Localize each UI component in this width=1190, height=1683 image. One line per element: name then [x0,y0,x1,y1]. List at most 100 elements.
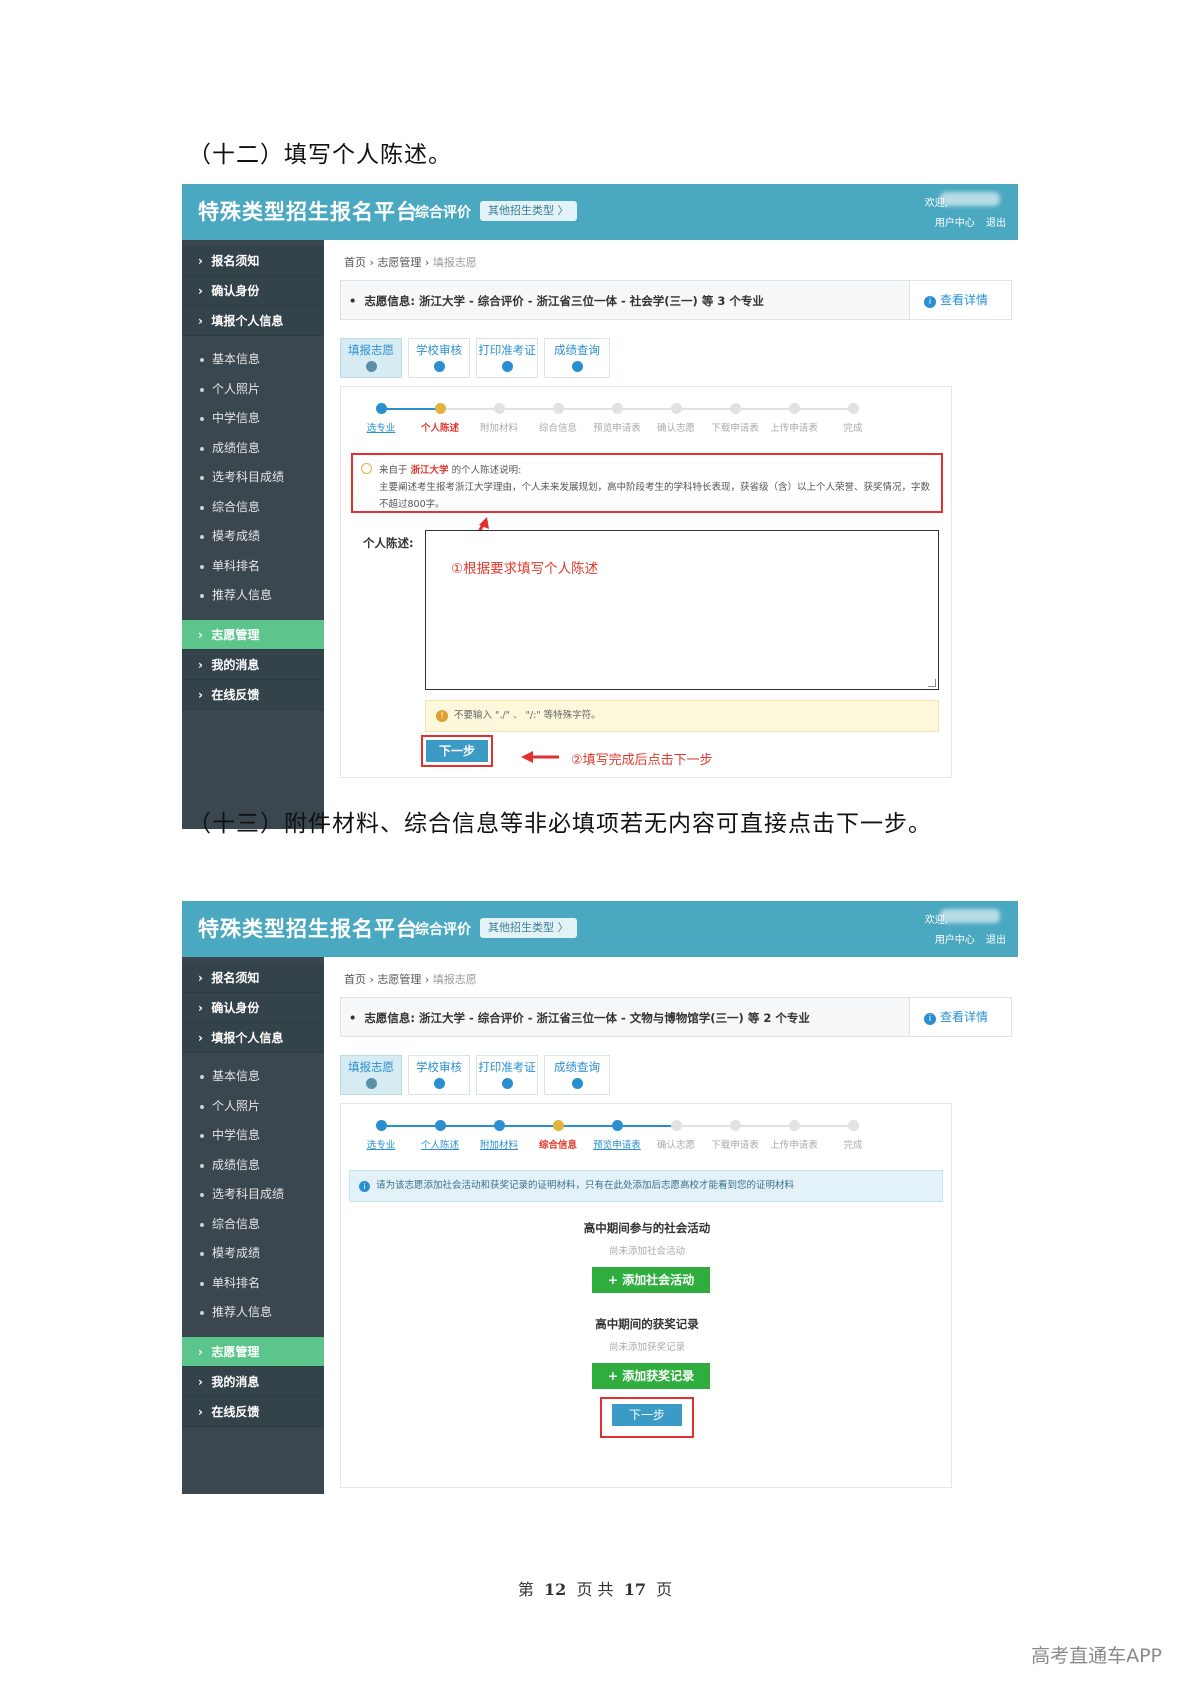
tab-score-query[interactable]: 成绩查询 [544,1055,610,1095]
top-links: 用户中心 退出 [927,214,1006,229]
next-button[interactable]: 下一步 [426,740,488,762]
annotation-fill-statement: ①根据要求填写个人陈述 [451,561,599,577]
add-award-button[interactable]: + 添加获奖记录 [592,1363,710,1389]
breadcrumb-level2[interactable]: 志愿管理 [377,256,421,269]
sidebar-sub-item[interactable]: 单科排名 [182,1269,324,1299]
progress-step[interactable]: 预览申请表 [587,1118,647,1151]
sidebar-item-notice[interactable]: › 报名须知 [182,246,324,276]
tab-print-admission[interactable]: 打印准考证 [476,338,538,378]
sidebar-sub-item[interactable]: 选考科目成绩 [182,1180,324,1210]
lightbulb-icon [361,463,372,474]
sidebar-item-messages[interactable]: › 我的消息 [182,1366,324,1397]
sidebar-sub-item[interactable]: 基本信息 [182,1062,324,1092]
total-pages: 17 [623,1580,646,1599]
breadcrumb-home[interactable]: 首页 [344,256,366,269]
screenshot-optional-materials: 特殊类型招生报名平台 综合评价 其他招生类型 〉 欢迎, 用户中心 退出 › 报… [182,901,1018,1494]
progress-step: 综合信息 [528,401,588,434]
next-button[interactable]: 下一步 [612,1404,682,1426]
sidebar-sub-item[interactable]: 综合信息 [182,1210,324,1240]
tab-fill-application[interactable]: 填报志愿 [340,338,402,378]
step-node-icon [847,403,859,414]
step-node-icon [788,403,800,414]
brand-title: 特殊类型招生报名平台 [198,917,418,941]
social-activities-empty: 尚未添加社会活动 [608,1246,685,1257]
step-label: 选专业 [366,1140,396,1151]
sidebar-sub-item[interactable]: 选考科目成绩 [182,463,324,493]
view-details-link[interactable]: i 查看详情 [909,998,1011,1036]
sidebar-sub-item[interactable]: 模考成绩 [182,1239,324,1269]
add-social-activity-button[interactable]: + 添加社会活动 [592,1267,710,1293]
notice-school: 浙江大学 [410,465,449,476]
sidebar-item-feedback[interactable]: › 在线反馈 [182,679,324,710]
progress-step[interactable]: 选专业 [351,1118,411,1151]
step-label: 个人陈述 [420,423,459,434]
sidebar-sub-item[interactable]: 中学信息 [182,1121,324,1151]
progress-step: 上传申请表 [764,1118,824,1151]
tab-school-review[interactable]: 学校审核 [408,338,470,378]
resize-handle-icon[interactable] [928,679,936,687]
progress-step: 上传申请表 [764,401,824,434]
logout-link[interactable]: 退出 [986,218,1006,229]
sidebar-sub-item[interactable]: 中学信息 [182,404,324,434]
user-center-link[interactable]: 用户中心 [935,218,975,229]
step-label: 完成 [843,423,863,434]
progress-step[interactable]: 确认志愿 [646,1118,706,1151]
step-node-icon [375,1120,387,1131]
page-footer: 第 12 页 共 17 页 [517,1580,673,1599]
sidebar-item-identity[interactable]: › 确认身份 [182,993,324,1023]
progress-step[interactable]: 个人陈述 [410,1118,470,1151]
step-label: 选专业 [366,423,396,434]
awards-title: 高中期间的获奖记录 [595,1317,699,1331]
personal-statement-textarea[interactable] [425,530,939,690]
tab-icon [365,1078,377,1089]
sidebar-item-notice[interactable]: › 报名须知 [182,963,324,993]
top-links: 用户中心 退出 [927,931,1006,946]
sidebar-sub-item[interactable]: 基本信息 [182,345,324,375]
progress-step[interactable]: 选专业 [351,401,411,434]
progress-step[interactable]: 个人陈述 [410,401,470,434]
tab-icon [501,1078,513,1089]
tab-fill-application[interactable]: 填报志愿 [340,1055,402,1095]
tab-school-review[interactable]: 学校审核 [408,1055,470,1095]
sidebar-item-applications[interactable]: › 志愿管理 [182,1336,324,1367]
other-type-button[interactable]: 其他招生类型 〉 [480,201,577,221]
breadcrumb-level2[interactable]: 志愿管理 [377,973,421,986]
sidebar-sub-item[interactable]: 成绩信息 [182,1151,324,1181]
sidebar-sub-item[interactable]: 推荐人信息 [182,1298,324,1328]
user-center-link[interactable]: 用户中心 [935,935,975,946]
statement-notice: 来自于 浙江大学 的个人陈述说明: 主要阐述考生报考浙江大学理由，个人未来发展规… [351,453,943,513]
sidebar-sub-item[interactable]: 综合信息 [182,493,324,523]
logout-link[interactable]: 退出 [986,935,1006,946]
tab-icon [433,1078,445,1089]
breadcrumb-current: 填报志愿 [432,973,477,986]
step-node-icon [847,1120,859,1131]
step-label: 综合信息 [538,1140,577,1151]
breadcrumb: 首页 › 志愿管理 › 填报志愿 [344,256,477,269]
sidebar-item-applications[interactable]: › 志愿管理 [182,619,324,650]
tab-print-admission[interactable]: 打印准考证 [476,1055,538,1095]
form-panel: 选专业 个人陈述 附加材料 综合信息 预览申请表 确认志愿 下载申请表 上传申请表 完成 i 请为… [340,1103,952,1488]
progress-step[interactable]: 附加材料 [469,1118,529,1151]
sidebar-sub-item[interactable]: 个人照片 [182,375,324,405]
view-details-link[interactable]: i 查看详情 [909,281,1011,319]
sidebar-sub-item[interactable]: 推荐人信息 [182,581,324,611]
sidebar-item-personal-info[interactable]: › 填报个人信息 [182,306,324,336]
sidebar-item-feedback[interactable]: › 在线反馈 [182,1396,324,1427]
other-type-button[interactable]: 其他招生类型 〉 [480,918,577,938]
progress-step[interactable]: 综合信息 [528,1118,588,1151]
sidebar-sub-item[interactable]: 模考成绩 [182,522,324,552]
step-label: 下载申请表 [711,423,759,434]
breadcrumb-home[interactable]: 首页 [344,973,366,986]
sidebar-sub-item[interactable]: 个人照片 [182,1092,324,1122]
sidebar-item-identity[interactable]: › 确认身份 [182,276,324,306]
sidebar-sub-item[interactable]: 单科排名 [182,552,324,582]
sidebar-item-personal-info[interactable]: › 填报个人信息 [182,1023,324,1053]
step-node-icon [375,403,387,414]
brand-subtitle: 综合评价 [415,205,471,221]
sidebar-sub-item[interactable]: 成绩信息 [182,434,324,464]
tab-icon [365,361,377,372]
sidebar-item-messages[interactable]: › 我的消息 [182,649,324,680]
tab-score-query[interactable]: 成绩查询 [544,338,610,378]
step-node-icon [670,403,682,414]
notice-body: 主要阐述考生报考浙江大学理由，个人未来发展规划，高中阶段考生的学科特长表现，获省… [379,482,931,510]
